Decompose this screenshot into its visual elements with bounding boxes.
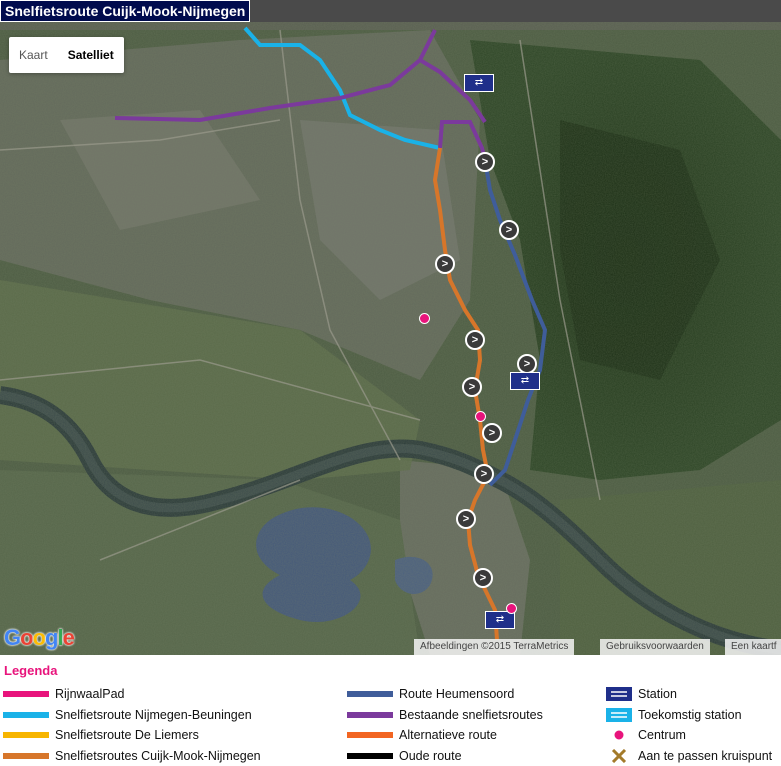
line-swatch: [347, 712, 393, 718]
crossing-icon: [606, 749, 632, 763]
station-icon[interactable]: ⇄: [464, 74, 494, 92]
centrum-icon: [606, 728, 632, 742]
route-marker[interactable]: >: [435, 254, 455, 274]
legend-item: Route Heumensoord: [347, 684, 543, 705]
legend-label: Snelfietsroute Nijmegen-Beuningen: [55, 708, 252, 722]
line-swatch: [347, 753, 393, 759]
route-marker[interactable]: >: [475, 152, 495, 172]
legend-item: Aan te passen kruispunt: [606, 746, 772, 766]
centrum-marker[interactable]: [506, 603, 517, 614]
legend-label: Snelfietsroutes Cuijk-Mook-Nijmegen: [55, 749, 261, 763]
legend-label: Oude route: [399, 749, 462, 763]
route-marker[interactable]: >: [462, 377, 482, 397]
legend-label: Centrum: [638, 728, 686, 742]
legend-item: Snelfietsroute De Liemers: [3, 725, 261, 746]
legend-column-routes-2: Route Heumensoord Bestaande snelfietsrou…: [347, 684, 543, 766]
line-swatch: [347, 691, 393, 697]
legend-item: Centrum: [606, 725, 772, 746]
legend: Legenda RijnwaalPad Snelfietsroute Nijme…: [0, 655, 781, 764]
legend-item: Snelfietsroutes Cuijk-Mook-Nijmegen: [3, 746, 261, 766]
legend-item: RijnwaalPad: [3, 684, 261, 705]
legend-item: Snelfietsroute Nijmegen-Beuningen: [3, 705, 261, 726]
report-map-error-link[interactable]: Een kaartf: [725, 639, 781, 655]
route-marker[interactable]: >: [499, 220, 519, 240]
line-swatch: [3, 712, 49, 718]
legend-column-routes: RijnwaalPad Snelfietsroute Nijmegen-Beun…: [3, 684, 261, 766]
map-type-kaart-button[interactable]: Kaart: [9, 37, 58, 73]
imagery-attribution: Afbeeldingen ©2015 TerraMetrics: [414, 639, 574, 655]
map-imagery: [0, 0, 781, 655]
station-icon: [606, 687, 632, 701]
legend-label: RijnwaalPad: [55, 687, 124, 701]
legend-label: Alternatieve route: [399, 728, 497, 742]
line-swatch: [347, 732, 393, 738]
map-type-satelliet-button[interactable]: Satelliet: [58, 37, 124, 73]
centrum-marker[interactable]: [475, 411, 486, 422]
legend-item: Bestaande snelfietsroutes: [347, 705, 543, 726]
terms-link[interactable]: Gebruiksvoorwaarden: [600, 639, 710, 655]
line-swatch: [3, 691, 49, 697]
legend-item: Oude route: [347, 746, 543, 766]
legend-title: Legenda: [4, 663, 57, 678]
map-title: Snelfietsroute Cuijk-Mook-Nijmegen: [0, 0, 250, 22]
route-marker[interactable]: >: [456, 509, 476, 529]
legend-column-symbols: Station Toekomstig station Centrum Aan t…: [606, 684, 772, 766]
legend-label: Aan te passen kruispunt: [638, 749, 772, 763]
legend-label: Bestaande snelfietsroutes: [399, 708, 543, 722]
route-marker[interactable]: >: [517, 354, 537, 374]
satellite-map[interactable]: Snelfietsroute Cuijk-Mook-Nijmegen Kaart…: [0, 0, 781, 655]
legend-label: Toekomstig station: [638, 708, 742, 722]
centrum-marker[interactable]: [419, 313, 430, 324]
google-logo[interactable]: Google: [4, 625, 74, 651]
legend-label: Station: [638, 687, 677, 701]
legend-item: Toekomstig station: [606, 705, 772, 726]
legend-label: Snelfietsroute De Liemers: [55, 728, 199, 742]
legend-label: Route Heumensoord: [399, 687, 514, 701]
line-swatch: [3, 732, 49, 738]
route-marker[interactable]: >: [465, 330, 485, 350]
future-station-icon: [606, 708, 632, 722]
legend-item: Station: [606, 684, 772, 705]
route-marker[interactable]: >: [473, 568, 493, 588]
route-marker[interactable]: >: [474, 464, 494, 484]
map-type-control: Kaart Satelliet: [9, 37, 124, 73]
route-marker[interactable]: >: [482, 423, 502, 443]
line-swatch: [3, 753, 49, 759]
legend-item: Alternatieve route: [347, 725, 543, 746]
station-icon[interactable]: ⇄: [510, 372, 540, 390]
